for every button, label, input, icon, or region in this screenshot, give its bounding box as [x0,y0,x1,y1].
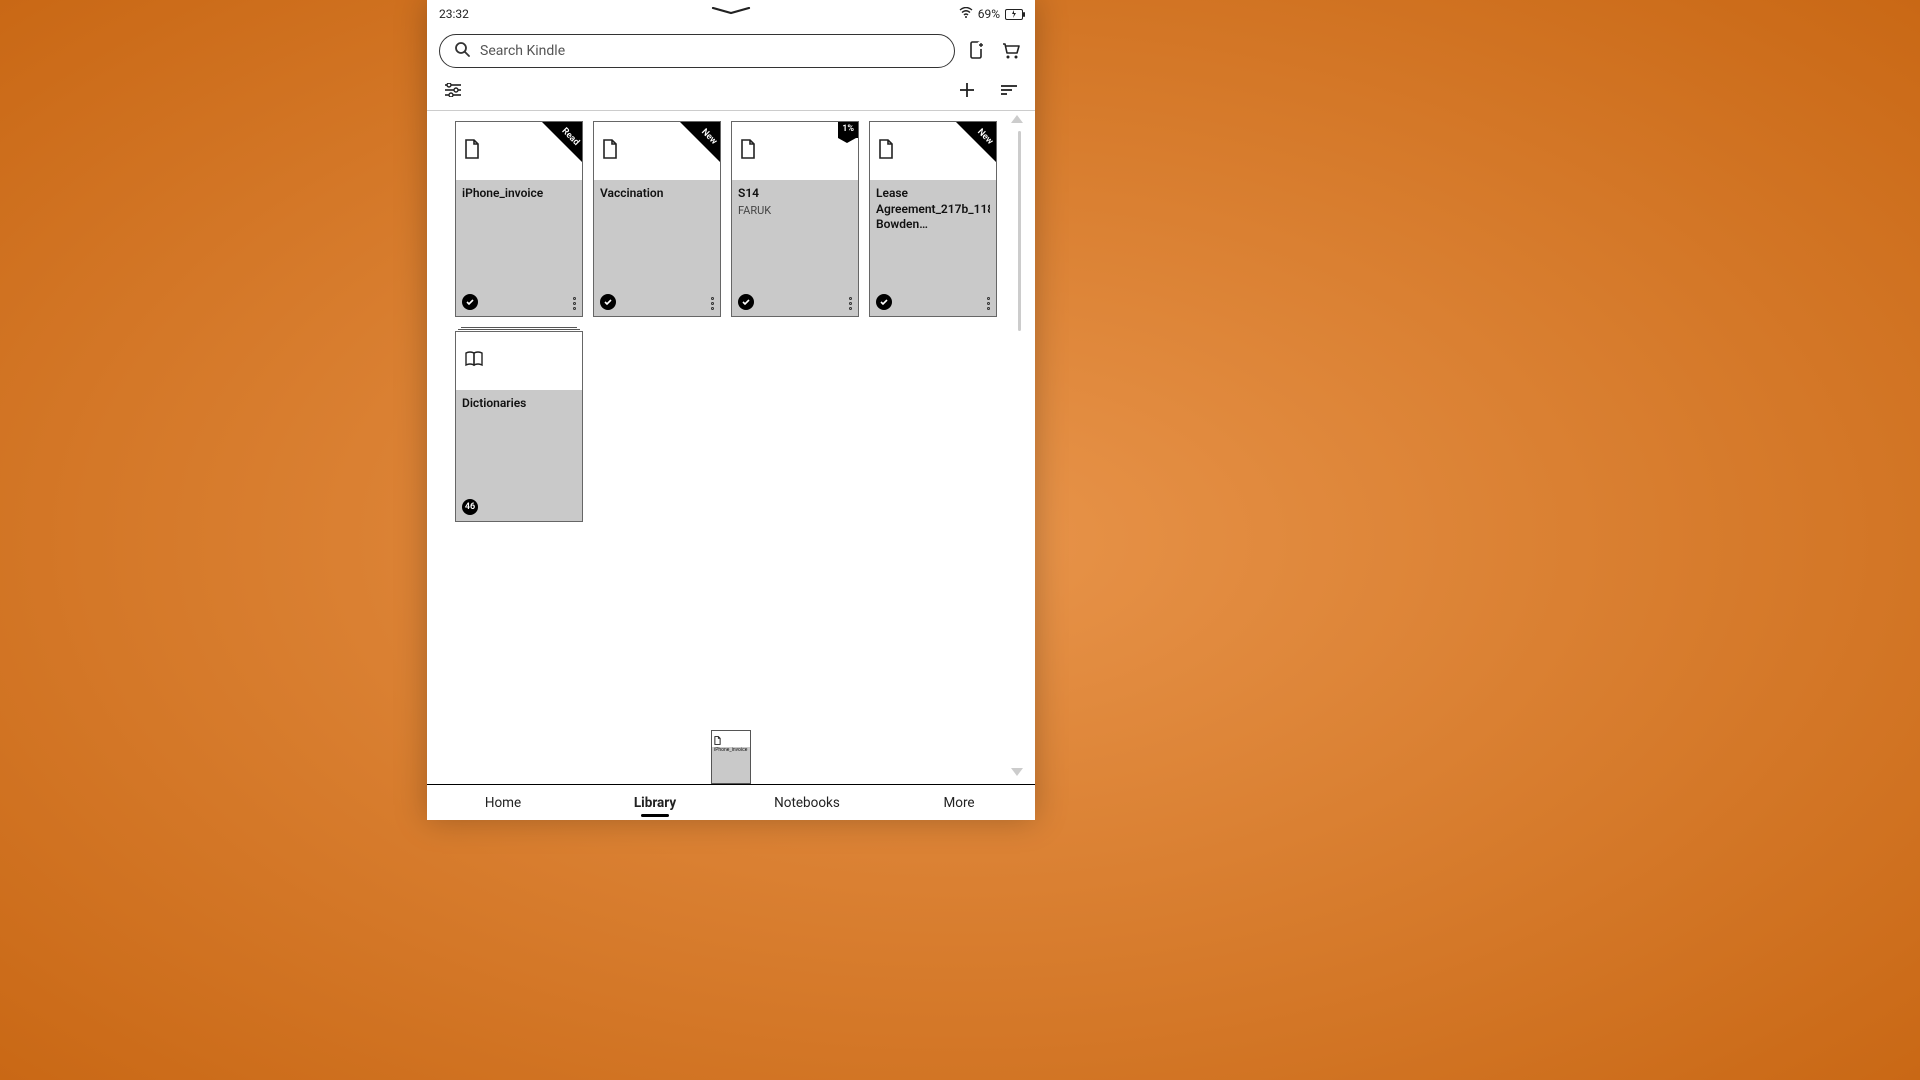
progress-tag: 1% [838,122,858,138]
card-title: S14 [738,186,852,202]
document-icon [878,139,894,163]
downloaded-check-icon [600,294,616,310]
downloaded-check-icon [462,294,478,310]
card-title: Lease Agreement_217b_118 Bowden Street_S… [876,186,990,233]
document-icon [602,139,618,163]
scroll-up-icon[interactable] [1011,115,1023,123]
item-menu-icon[interactable] [987,297,990,310]
recent-title: iPhone_invoice [712,747,750,754]
bottom-nav: Home Library Notebooks More [427,784,1035,820]
status-bar: 23:32 69% [427,0,1035,28]
add-icon[interactable] [955,78,979,102]
filter-row [427,74,1035,110]
library-item[interactable]: New Vaccination [593,121,721,317]
search-row [427,28,1035,74]
scrollbar-track[interactable] [1018,131,1021,760]
battery-percent: 69% [978,7,1000,21]
scan-icon[interactable] [965,39,989,63]
book-open-icon [464,351,484,371]
library-grid: Read iPhone_invoice New Vaccinatio [455,121,1023,522]
battery-charging-icon [1005,9,1023,20]
sort-icon[interactable] [997,78,1021,102]
kindle-device-frame: 23:32 69% [427,0,1035,820]
library-content: Read iPhone_invoice New Vaccinatio [427,111,1035,784]
collection-count-badge: 46 [462,499,478,515]
document-icon [464,139,480,163]
pull-down-handle[interactable] [711,7,751,15]
card-author: FARUK [738,204,852,217]
collection-item[interactable]: Dictionaries 46 [455,331,583,522]
filter-icon[interactable] [441,78,465,102]
library-item[interactable]: New Lease Agreement_217b_118 Bowden Stre… [869,121,997,317]
card-title: Vaccination [600,186,714,202]
item-menu-icon[interactable] [849,297,852,310]
search-input[interactable] [480,43,940,59]
cart-icon[interactable] [999,39,1023,63]
nav-home[interactable]: Home [427,795,579,811]
item-menu-icon[interactable] [711,297,714,310]
stack-line [461,327,577,328]
stack-line [458,329,580,330]
scroll-down-icon[interactable] [1011,768,1023,776]
nav-notebooks[interactable]: Notebooks [731,795,883,811]
card-title: iPhone_invoice [462,186,576,202]
downloaded-check-icon [738,294,754,310]
document-icon [740,139,756,163]
item-menu-icon[interactable] [573,297,576,310]
library-item[interactable]: 1% S14 FARUK [731,121,859,317]
collection-title: Dictionaries [462,396,576,412]
nav-library[interactable]: Library [579,795,731,811]
nav-more[interactable]: More [883,795,1035,811]
downloaded-check-icon [876,294,892,310]
clock: 23:32 [439,7,469,21]
search-icon [454,41,470,61]
recent-book-thumbnail[interactable]: iPhone_invoice [711,730,751,784]
search-field[interactable] [439,34,955,68]
document-icon [714,730,721,749]
scrollbar-thumb[interactable] [1018,131,1021,331]
wifi-icon [959,7,973,21]
library-item[interactable]: Read iPhone_invoice [455,121,583,317]
